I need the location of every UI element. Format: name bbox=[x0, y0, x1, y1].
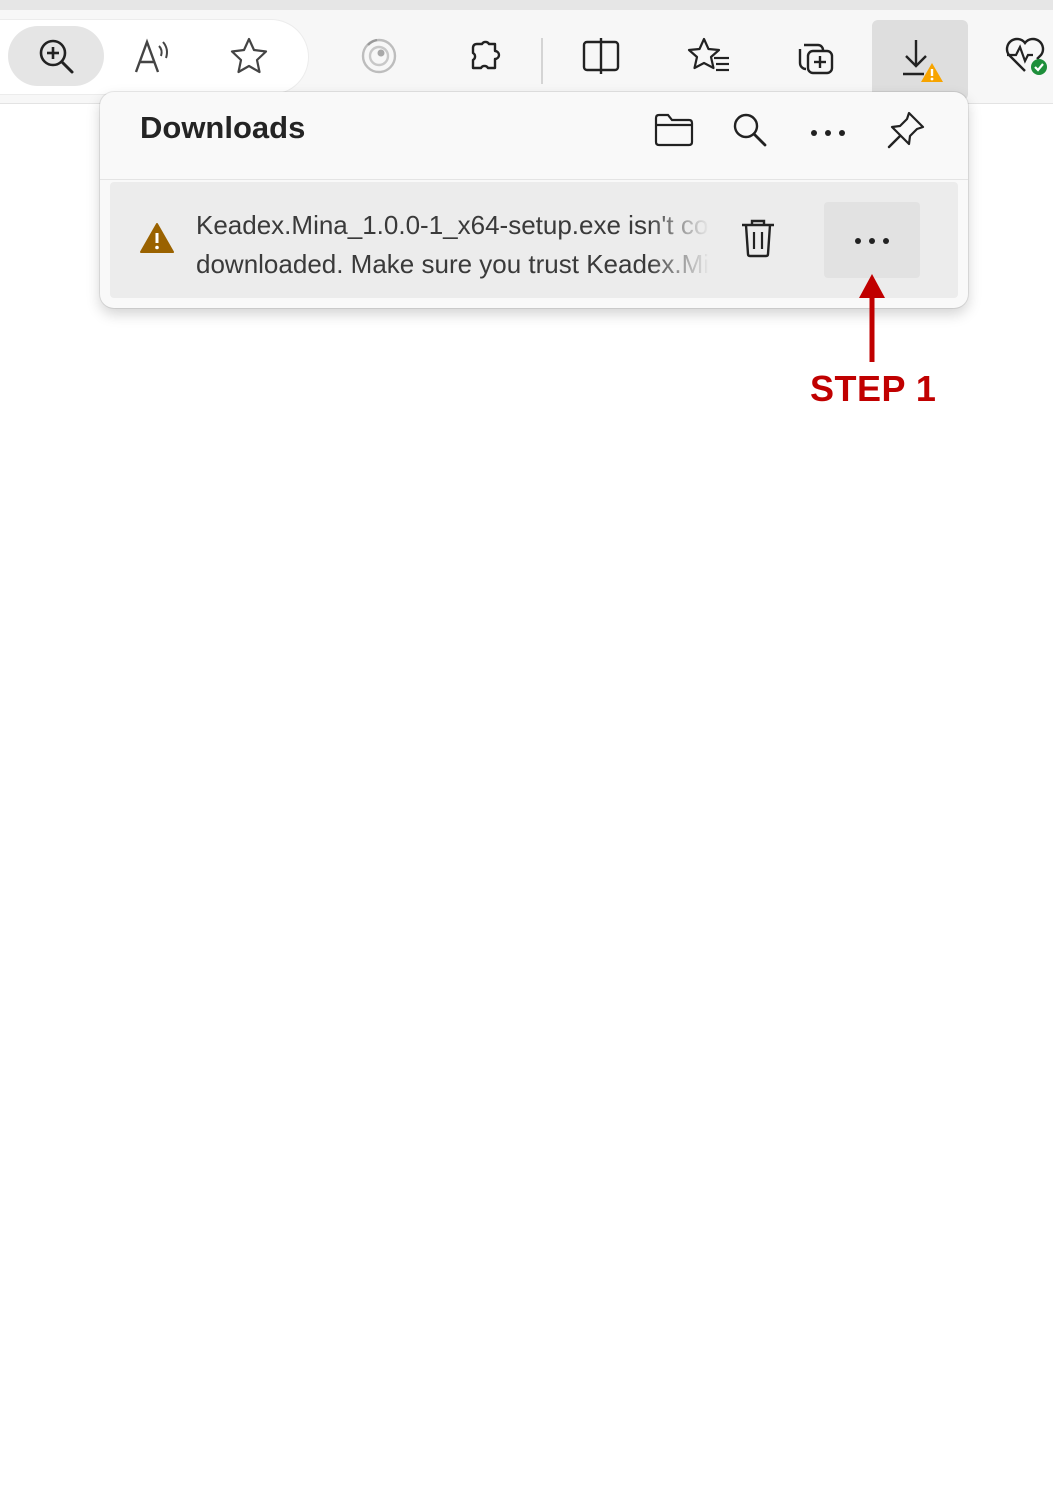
favorites-button[interactable] bbox=[674, 26, 744, 86]
browser-toolbar bbox=[0, 0, 1053, 104]
extension-button[interactable] bbox=[344, 26, 414, 86]
downloads-panel: Downloads Keadex.Mina_1.0.0-1_x64-setup.… bbox=[100, 92, 968, 308]
star-icon bbox=[229, 36, 269, 76]
zoom-in-icon bbox=[37, 37, 75, 75]
search-icon bbox=[731, 111, 769, 153]
collections-icon bbox=[794, 35, 836, 77]
download-message-line-1: Keadex.Mina_1.0.0-1_x64-setup.exe isn't … bbox=[196, 210, 710, 240]
download-warning-icon bbox=[894, 34, 946, 86]
collections-button[interactable] bbox=[780, 26, 850, 86]
puzzle-icon bbox=[465, 36, 505, 76]
panel-divider bbox=[100, 179, 968, 180]
split-screen-icon bbox=[580, 36, 622, 76]
pin-downloads-button[interactable] bbox=[878, 106, 934, 158]
download-item-more-actions-button[interactable] bbox=[824, 202, 920, 278]
heart-pulse-icon bbox=[1003, 33, 1051, 79]
favorites-list-icon bbox=[687, 36, 731, 76]
warning-icon bbox=[140, 222, 174, 258]
folder-icon bbox=[653, 112, 695, 152]
step-annotation-label: STEP 1 bbox=[810, 368, 937, 409]
download-item[interactable]: Keadex.Mina_1.0.0-1_x64-setup.exe isn't … bbox=[110, 182, 958, 298]
step-arrow-icon bbox=[856, 272, 888, 368]
browser-essentials-button[interactable] bbox=[992, 26, 1053, 86]
download-message-line-2: downloaded. Make sure you trust Keadex.M… bbox=[196, 249, 710, 279]
more-icon bbox=[854, 231, 890, 250]
toolbar-separator bbox=[541, 38, 543, 84]
zoom-button[interactable] bbox=[8, 26, 104, 86]
delete-download-button[interactable] bbox=[730, 212, 786, 268]
target-icon bbox=[359, 36, 399, 76]
trash-icon bbox=[739, 217, 777, 263]
read-aloud-button[interactable] bbox=[118, 26, 188, 86]
open-downloads-folder-button[interactable] bbox=[646, 106, 702, 158]
split-screen-button[interactable] bbox=[566, 26, 636, 86]
downloads-more-options-button[interactable] bbox=[800, 106, 856, 158]
read-aloud-icon bbox=[133, 36, 173, 76]
extensions-button[interactable] bbox=[450, 26, 520, 86]
more-icon bbox=[810, 123, 846, 142]
downloads-panel-title: Downloads bbox=[140, 110, 306, 145]
add-favorite-button[interactable] bbox=[214, 26, 284, 86]
downloads-button[interactable] bbox=[872, 20, 968, 100]
search-downloads-button[interactable] bbox=[722, 106, 778, 158]
download-warning-message: Keadex.Mina_1.0.0-1_x64-setup.exe isn't … bbox=[196, 206, 710, 286]
downloads-panel-header: Downloads bbox=[100, 92, 968, 180]
pin-icon bbox=[885, 109, 927, 155]
